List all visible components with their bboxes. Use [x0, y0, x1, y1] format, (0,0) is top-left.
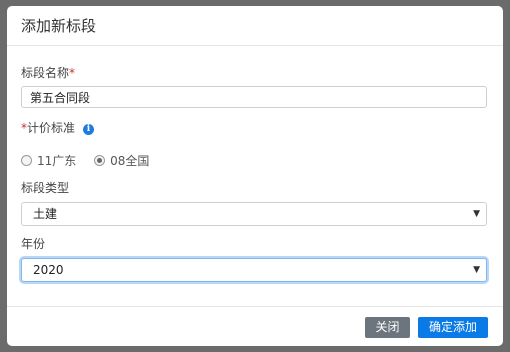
radio-option-11-guangdong[interactable]: 11广东 — [21, 152, 76, 169]
add-section-dialog: 添加新标段 标段名称* * 计价标准 i 11广东 08全国 标段类型 土建 ▼ 年… — [7, 6, 503, 346]
section-name-label-text: 标段名称 — [21, 66, 70, 80]
radio-button-checked[interactable] — [94, 155, 106, 166]
dialog-footer: 关闭 确定添加 — [7, 306, 503, 346]
section-type-label: 标段类型 — [21, 181, 70, 195]
dialog-header: 添加新标段 — [7, 6, 503, 46]
dialog-body: 标段名称* * 计价标准 i 11广东 08全国 标段类型 土建 ▼ 年份 2020… — [7, 46, 503, 307]
confirm-add-button[interactable]: 确定添加 — [418, 317, 488, 338]
dialog-title: 添加新标段 — [21, 17, 97, 35]
dropdown-arrow-icon: ▼ — [473, 209, 480, 219]
dropdown-arrow-icon: ▼ — [473, 265, 480, 275]
section-name-input[interactable] — [21, 86, 487, 108]
year-value: 2020 — [33, 263, 64, 277]
section-name-label: 标段名称* — [21, 66, 75, 80]
radio-button[interactable] — [21, 155, 32, 166]
info-icon[interactable]: i — [83, 124, 95, 135]
pricing-standard-label: *计价标准 i — [21, 121, 95, 135]
radio-label: 08全国 — [110, 154, 150, 168]
pricing-standard-radio-group: 11广东 08全国 — [21, 152, 163, 169]
close-button[interactable]: 关闭 — [365, 317, 410, 338]
radio-option-08-national[interactable]: 08全国 — [94, 152, 149, 169]
pricing-standard-label-text: 计价标准 — [27, 121, 76, 135]
required-mark: * — [69, 66, 76, 80]
year-select[interactable]: 2020 ▼ — [21, 258, 487, 282]
section-type-value: 土建 — [33, 207, 58, 221]
year-label: 年份 — [21, 237, 46, 251]
section-type-select[interactable]: 土建 ▼ — [21, 202, 487, 226]
radio-label: 11广东 — [37, 154, 77, 168]
